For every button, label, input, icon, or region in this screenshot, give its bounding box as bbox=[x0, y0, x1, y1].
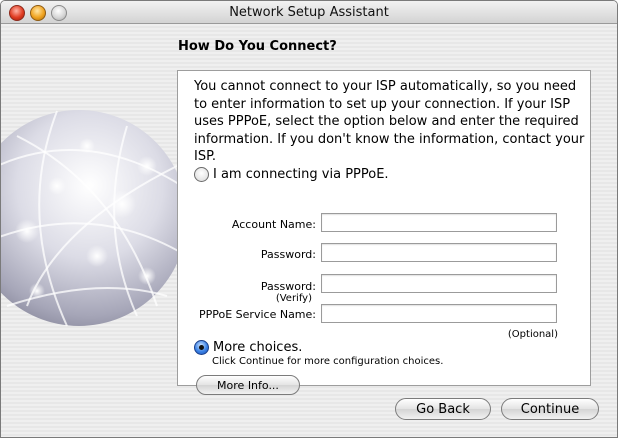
more-choices-radio[interactable] bbox=[194, 340, 209, 355]
pppoe-service-name-field[interactable] bbox=[321, 304, 557, 323]
content-area: How Do You Connect? You cannot connect t… bbox=[1, 24, 617, 437]
optional-note: (Optional) bbox=[507, 329, 558, 340]
password-field[interactable] bbox=[321, 243, 557, 262]
title-bar[interactable]: Network Setup Assistant bbox=[1, 1, 617, 24]
more-choices-option[interactable]: More choices. bbox=[194, 340, 302, 355]
more-info-button[interactable]: More Info... bbox=[196, 375, 300, 395]
password-label: Password: bbox=[260, 248, 316, 261]
go-back-button[interactable]: Go Back bbox=[395, 398, 491, 420]
pppoe-radio[interactable] bbox=[194, 167, 209, 182]
password-verify-label: Password: bbox=[260, 280, 316, 293]
connection-panel: You cannot connect to your ISP automatic… bbox=[177, 70, 591, 395]
pppoe-option-label[interactable]: I am connecting via PPPoE. bbox=[213, 167, 389, 182]
pppoe-service-name-label: PPPoE Service Name: bbox=[199, 308, 316, 321]
more-choices-label[interactable]: More choices. bbox=[213, 340, 302, 355]
more-choices-hint: Click Continue for more configuration ch… bbox=[212, 356, 444, 367]
password-verify-field[interactable] bbox=[321, 274, 557, 293]
account-name-field[interactable] bbox=[321, 213, 557, 232]
network-globe-icon bbox=[1, 110, 188, 327]
window-title: Network Setup Assistant bbox=[229, 5, 389, 20]
account-name-label: Account Name: bbox=[231, 218, 316, 231]
pppoe-option[interactable]: I am connecting via PPPoE. bbox=[194, 167, 389, 182]
password-verify-sublabel: (Verify) bbox=[275, 293, 312, 304]
continue-button[interactable]: Continue bbox=[501, 398, 599, 420]
page-title: How Do You Connect? bbox=[178, 39, 337, 54]
description-text: You cannot connect to your ISP automatic… bbox=[194, 79, 585, 164]
assistant-window: Network Setup Assistant How Do You Conne… bbox=[0, 0, 618, 438]
